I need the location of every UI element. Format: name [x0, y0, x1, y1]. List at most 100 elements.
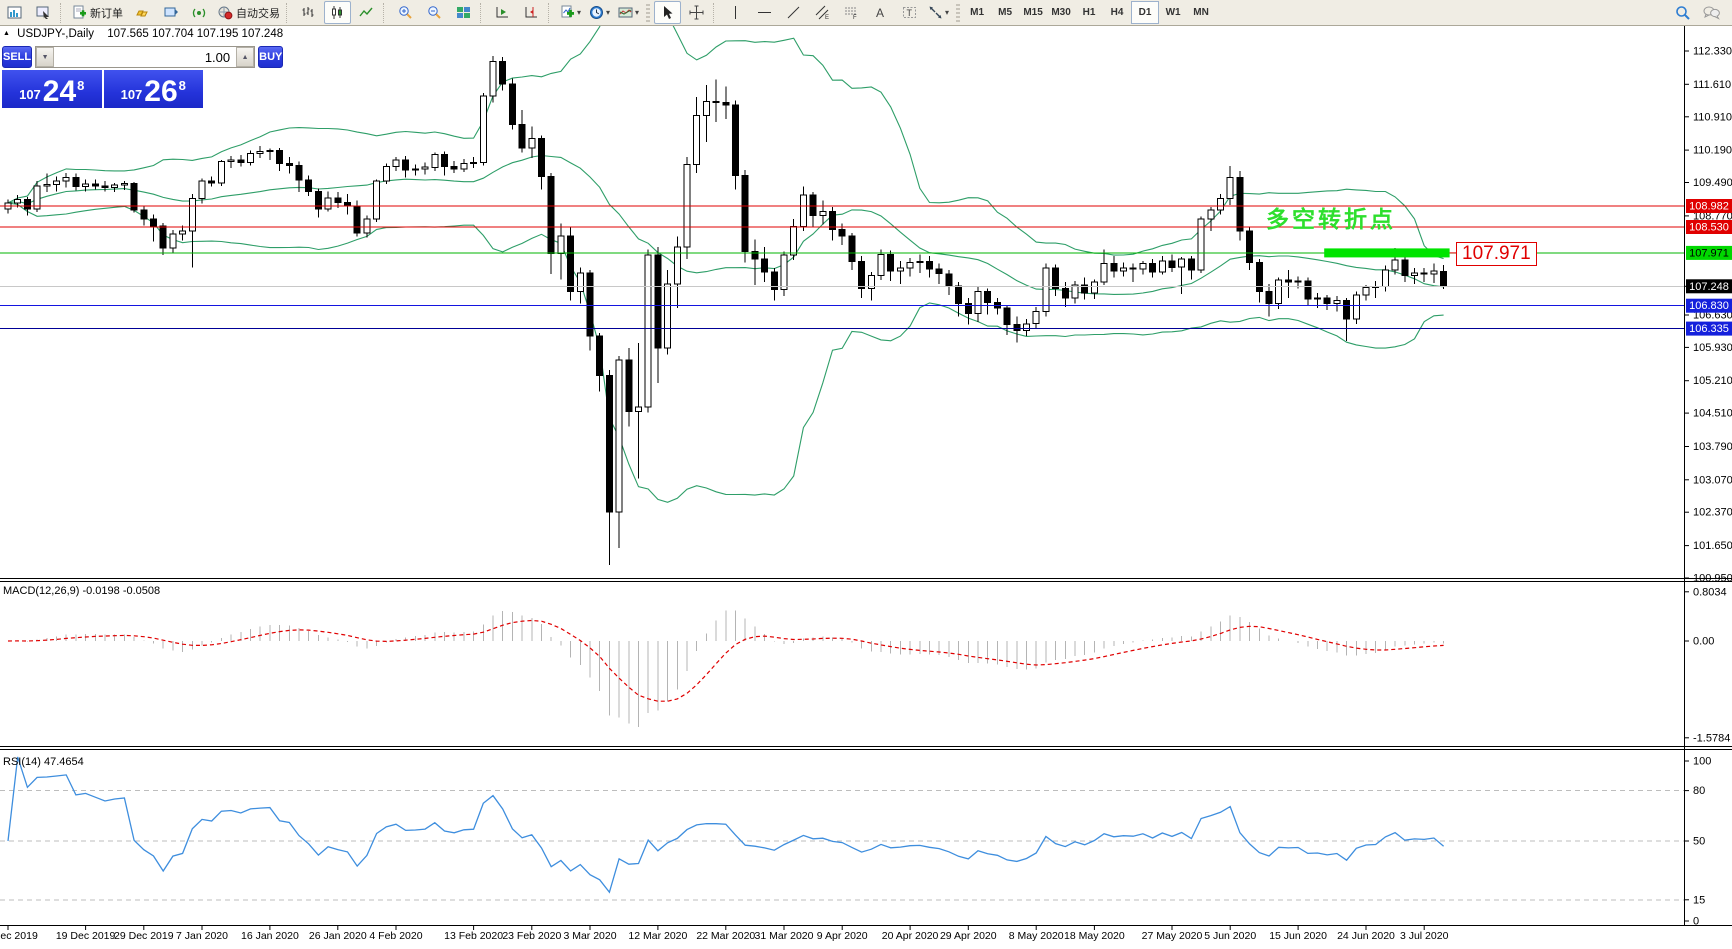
toolbar-separator — [548, 2, 554, 23]
auto-scroll-button[interactable] — [489, 1, 516, 24]
one-click-trading-panel: SELL ▼ ▲ BUY 107 24 8 107 26 8 — [2, 46, 284, 108]
svg-text:0.00: 0.00 — [1693, 636, 1714, 648]
lot-increase-button[interactable]: ▲ — [236, 47, 255, 67]
svg-text:109.490: 109.490 — [1693, 177, 1732, 189]
candles-layer — [4, 56, 1448, 565]
auto-scroll-icon — [496, 7, 508, 18]
gold-bars-icon — [136, 10, 148, 17]
chart-window: 112.330 111.610 110.910 110.190 109.490 108.7… — [0, 0, 1732, 944]
fibonacci-tool-button[interactable]: F — [838, 1, 865, 24]
price-callout-label[interactable]: 107.971 — [1456, 242, 1537, 266]
trade-controls-row: SELL ▼ ▲ BUY — [2, 46, 284, 68]
svg-text:16 Jan 2020: 16 Jan 2020 — [241, 930, 299, 942]
tab-timeframe-m30[interactable]: M30 — [1047, 1, 1075, 24]
templates-button[interactable]: ▾ — [615, 1, 642, 24]
arrow-objects-icon — [929, 6, 942, 19]
svg-text:106.830: 106.830 — [1689, 300, 1729, 312]
zoom-out-icon — [428, 6, 441, 19]
sell-button[interactable]: SELL — [2, 46, 33, 68]
clock-icon — [590, 6, 604, 19]
lot-decrease-button[interactable]: ▼ — [36, 47, 55, 67]
bid-quote-button[interactable]: 107 24 8 — [2, 70, 102, 108]
market-watch-button[interactable] — [30, 1, 57, 24]
cursor-tool-button[interactable] — [654, 1, 682, 24]
bid-pips: 24 — [42, 75, 77, 108]
search-icon — [1675, 5, 1690, 20]
signals-button[interactable] — [186, 1, 213, 24]
tab-timeframe-m15[interactable]: M15 — [1019, 1, 1047, 24]
buy-button[interactable]: BUY — [258, 46, 284, 68]
add-indicator-button[interactable]: ▾ — [557, 1, 584, 24]
svg-text:4 Feb 2020: 4 Feb 2020 — [369, 930, 422, 942]
periods-button[interactable]: ▾ — [586, 1, 613, 24]
new-order-button[interactable]: 新订单 — [69, 1, 126, 24]
svg-text:0.8034: 0.8034 — [1693, 586, 1727, 598]
chart-canvas[interactable]: 112.330111.610110.910110.190109.490108.7… — [0, 0, 1732, 944]
vertical-line-tool-button[interactable] — [722, 1, 749, 24]
equidistant-channel-tool-button[interactable]: E — [809, 1, 836, 24]
macd-histogram — [17, 610, 1445, 728]
tab-timeframe-h4[interactable]: H4 — [1103, 1, 1131, 24]
tile-windows-button[interactable] — [450, 1, 477, 24]
chevron-down-icon: ▾ — [606, 8, 611, 17]
vertical-line-icon — [735, 6, 737, 19]
svg-text:112.330: 112.330 — [1693, 46, 1732, 58]
tab-timeframe-m1[interactable]: M1 — [963, 1, 991, 24]
lot-size-stepper: ▼ ▲ — [35, 46, 256, 68]
svg-text:12 Mar 2020: 12 Mar 2020 — [628, 930, 687, 942]
trendline-tool-button[interactable] — [780, 1, 807, 24]
tab-timeframe-h1[interactable]: H1 — [1075, 1, 1103, 24]
svg-text:29 Dec 2019: 29 Dec 2019 — [114, 930, 174, 942]
bar-chart-icon — [302, 7, 314, 17]
bollinger-bands — [7, 26, 1444, 503]
tab-timeframe-w1[interactable]: W1 — [1159, 1, 1187, 24]
horizontal-line-icon — [758, 12, 772, 13]
template-icon — [618, 7, 633, 18]
chevron-down-icon: ▾ — [577, 8, 582, 17]
search-button[interactable] — [1669, 1, 1696, 24]
ask-quote-button[interactable]: 107 26 8 — [103, 70, 203, 108]
zoom-in-button[interactable] — [392, 1, 419, 24]
svg-text:102.370: 102.370 — [1693, 507, 1732, 519]
autotrading-button[interactable]: 自动交易 — [215, 1, 283, 24]
pane-separator[interactable] — [0, 578, 1732, 750]
line-chart-mode-button[interactable] — [353, 1, 380, 24]
svg-text:5 Jun 2020: 5 Jun 2020 — [1204, 930, 1256, 942]
svg-text:A: A — [876, 6, 884, 20]
bar-chart-mode-button[interactable] — [295, 1, 322, 24]
tab-timeframe-m5[interactable]: M5 — [991, 1, 1019, 24]
mql5-market-button[interactable] — [128, 1, 155, 24]
svg-text:80: 80 — [1693, 785, 1705, 797]
tab-timeframe-mn[interactable]: MN — [1187, 1, 1215, 24]
text-tool-button[interactable]: A — [867, 1, 894, 24]
rsi-line — [7, 756, 1445, 894]
lot-size-input[interactable] — [54, 47, 237, 67]
quote-row: 107 24 8 107 26 8 — [2, 70, 203, 108]
chat-button[interactable] — [1698, 1, 1725, 24]
text-label-tool-button[interactable]: T — [896, 1, 923, 24]
chevron-down-icon: ▾ — [635, 8, 640, 17]
svg-text:23 Feb 2020: 23 Feb 2020 — [502, 930, 561, 942]
horizontal-line-tool-button[interactable] — [751, 1, 778, 24]
autotrading-label: 自动交易 — [236, 7, 280, 20]
chart-annotation-text: 多空转折点 — [1266, 206, 1396, 232]
tab-timeframe-d1[interactable]: D1 — [1131, 1, 1160, 24]
chart-shift-button[interactable] — [518, 1, 545, 24]
svg-text:20 Apr 2020: 20 Apr 2020 — [882, 930, 939, 942]
highlight-trend-bar[interactable] — [1324, 248, 1456, 258]
toolbar-grip[interactable] — [646, 3, 651, 22]
subwindow-arrow-icon[interactable]: ▲ — [3, 30, 10, 37]
chevron-down-icon: ▼ — [41, 53, 49, 61]
svg-text:50: 50 — [1693, 836, 1705, 848]
cursor-icon — [664, 6, 673, 19]
svg-text:15: 15 — [1693, 894, 1705, 906]
crosshair-tool-button[interactable] — [683, 1, 710, 24]
ask-pips: 26 — [144, 75, 178, 108]
svg-text:106.335: 106.335 — [1689, 323, 1729, 335]
zoom-out-button[interactable] — [421, 1, 448, 24]
publisher-button[interactable] — [157, 1, 184, 24]
arrows-tool-button[interactable]: ▾ — [925, 1, 952, 24]
new-chart-button[interactable] — [1, 1, 28, 24]
toolbar-grip[interactable] — [956, 3, 961, 22]
candlestick-mode-button[interactable] — [324, 1, 351, 24]
